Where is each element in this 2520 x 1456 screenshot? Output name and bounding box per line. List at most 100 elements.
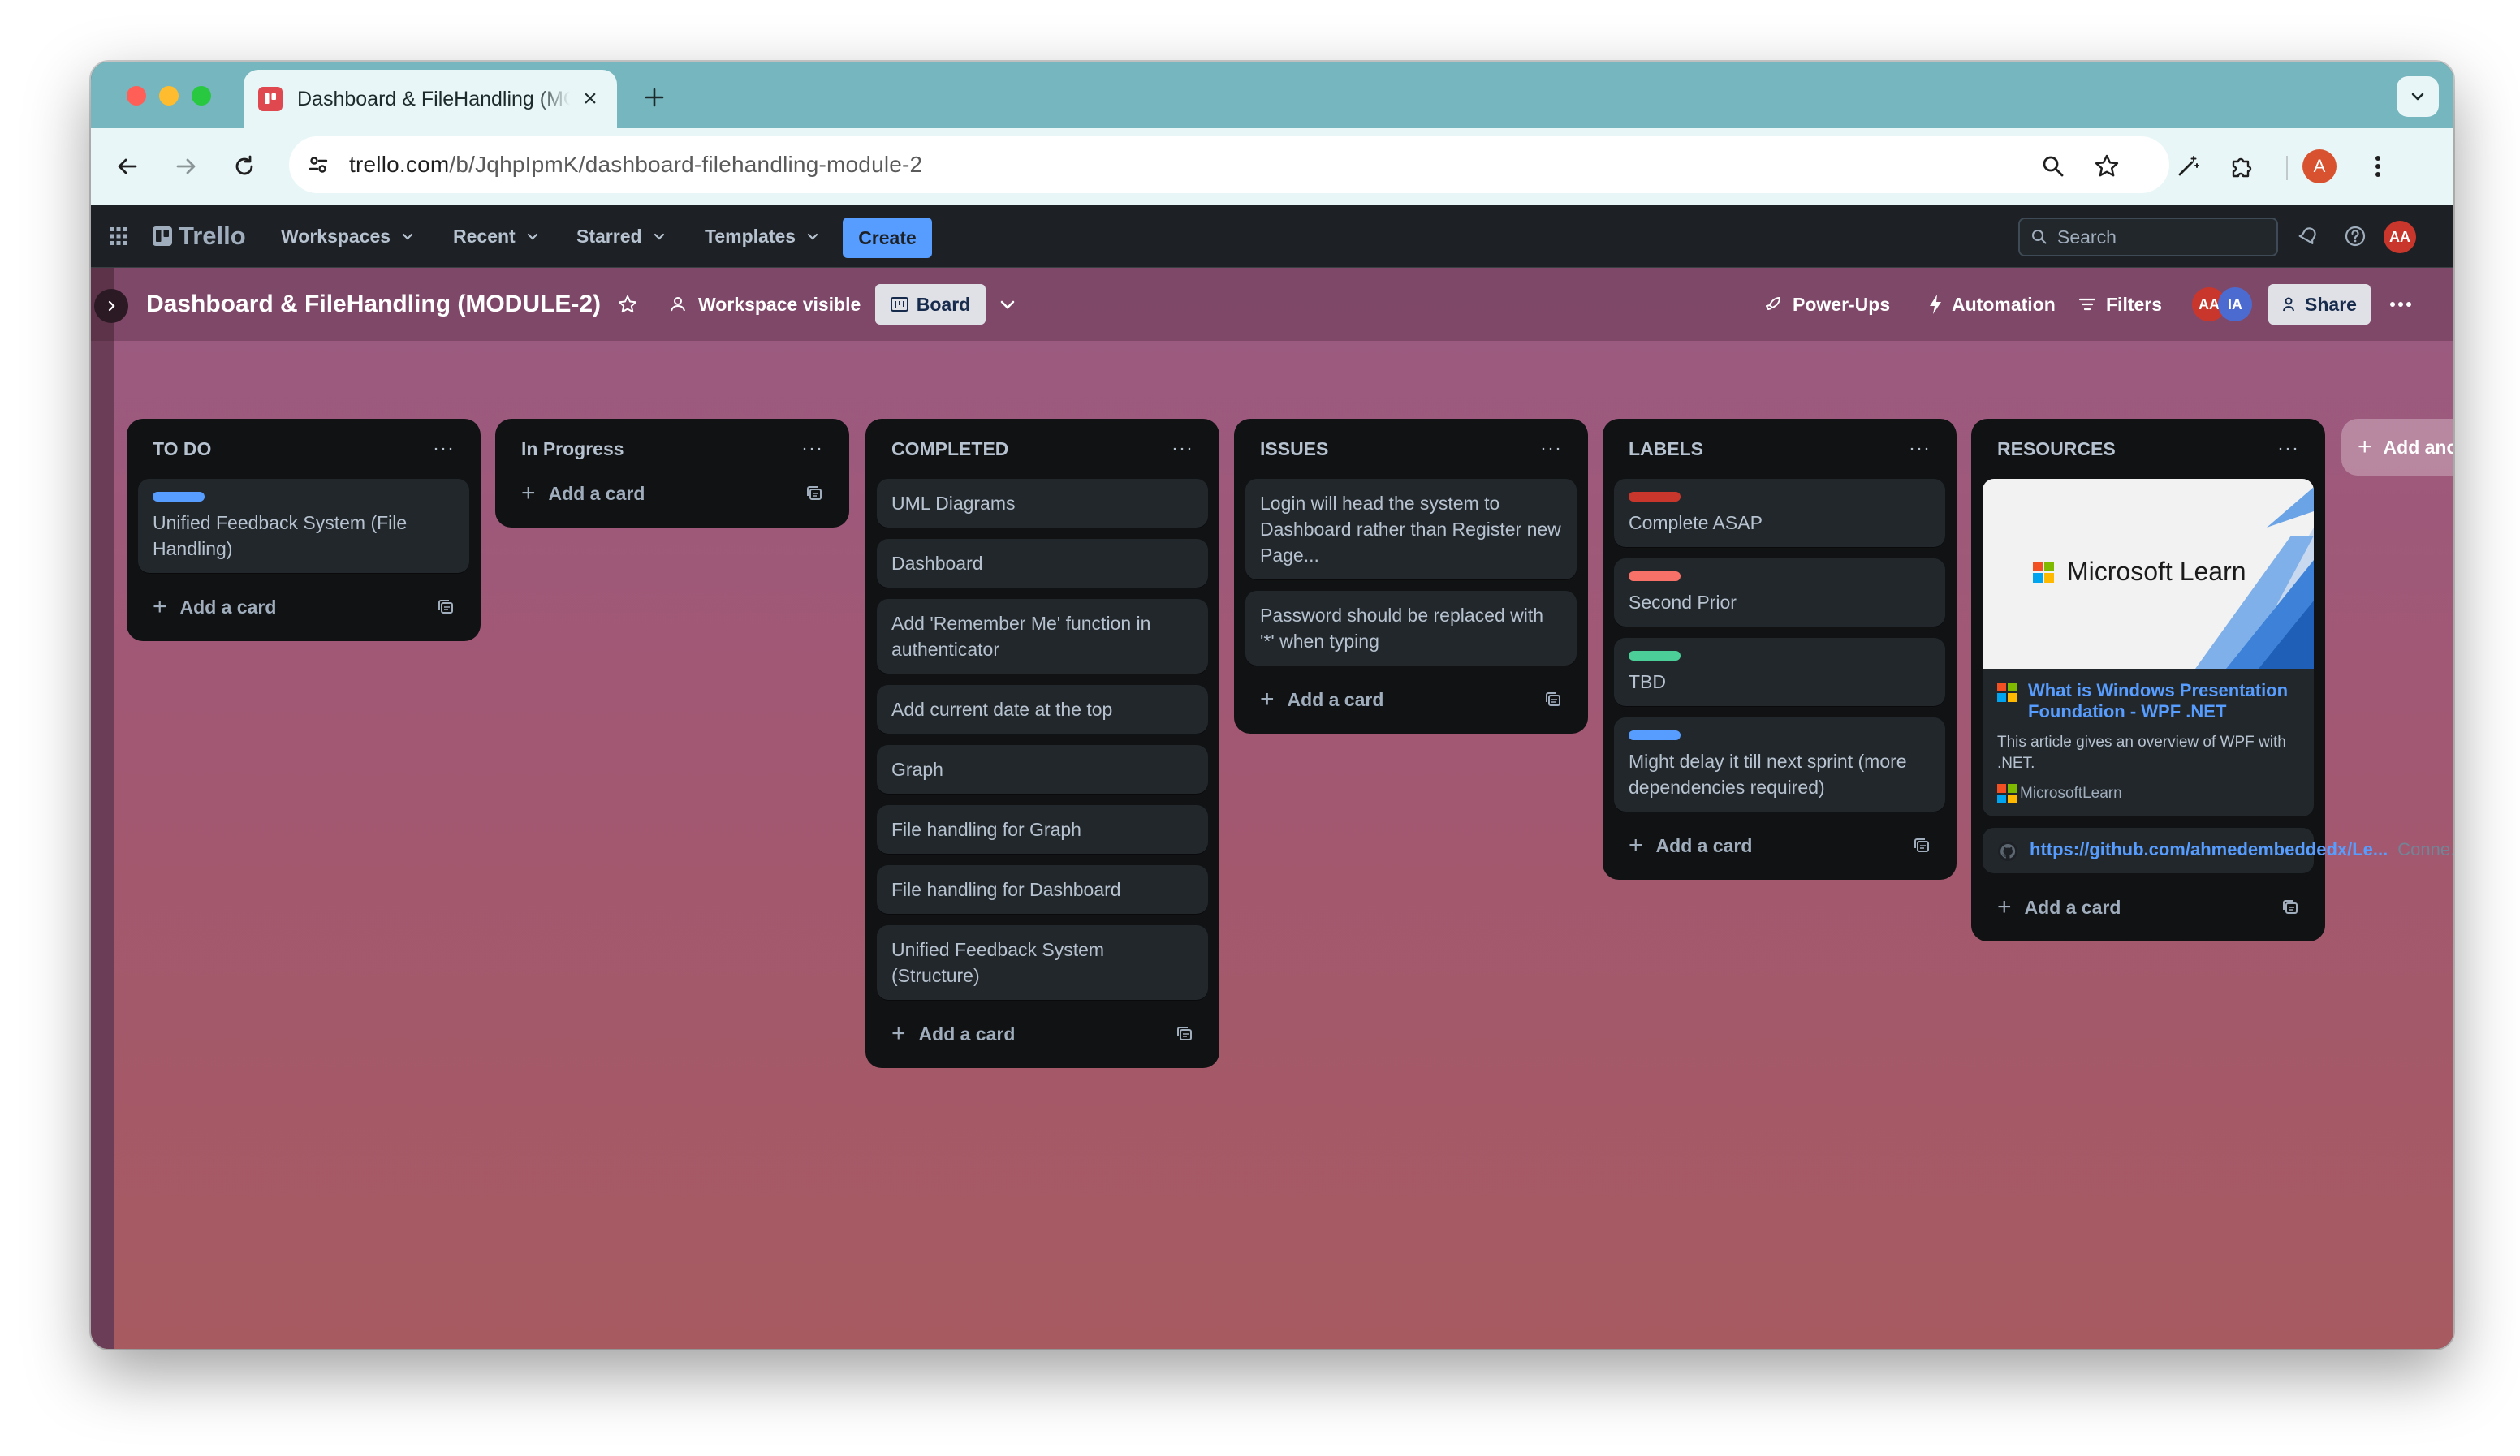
close-tab-icon[interactable]: × (578, 85, 602, 112)
add-card-row: + Add a card (1614, 823, 1945, 868)
board-view-button[interactable]: Board (875, 284, 986, 325)
create-from-template-icon[interactable] (1544, 691, 1562, 709)
create-button[interactable]: Create (843, 218, 932, 258)
app-switcher-icon[interactable] (109, 205, 128, 268)
forward-button[interactable] (167, 148, 205, 185)
add-list-button[interactable]: + Add another list (2341, 419, 2453, 476)
views-dropdown-icon[interactable] (997, 268, 1018, 341)
address-bar[interactable]: trello.com/b/JqhpIpmK/dashboard-filehand… (289, 136, 2169, 193)
create-from-template-icon[interactable] (2281, 898, 2299, 916)
back-button[interactable] (109, 148, 146, 185)
create-from-template-icon[interactable] (1176, 1025, 1193, 1043)
card[interactable]: Unified Feedback System (Structure) (877, 925, 1208, 1000)
list-resources[interactable]: RESOURCES ··· Microsoft Learn What is Wi… (1971, 419, 2453, 941)
bookmark-star-icon[interactable] (2088, 148, 2125, 185)
magic-wand-icon[interactable] (2169, 148, 2207, 185)
card[interactable]: Login will head the system to Dashboard … (1245, 479, 1577, 579)
github-link-card[interactable]: https://github.com/ahmedembeddedx/Le... … (1983, 828, 2453, 873)
starred-menu[interactable]: Starred (576, 205, 667, 268)
board-menu-icon[interactable] (2390, 268, 2411, 341)
browser-tab-bar: Dashboard & FileHandling (MODULE-2) × (91, 62, 2453, 128)
notifications-bell-icon[interactable] (2289, 218, 2327, 255)
list-menu-icon[interactable]: ··· (1540, 437, 1562, 460)
list-labels[interactable]: LABELS ··· Complete ASAP Second Prior TB… (1603, 419, 1957, 880)
add-card-button[interactable]: + Add a card (521, 480, 645, 507)
card[interactable]: Add current date at the top (877, 685, 1208, 734)
link-preview-image: Microsoft Learn (1983, 479, 2314, 669)
list-header: TO DO ··· (138, 419, 469, 479)
card[interactable]: TBD (1614, 638, 1945, 706)
zoom-icon[interactable] (2035, 148, 2072, 185)
member-avatar-ia[interactable]: IA (2218, 287, 2252, 321)
list-menu-icon[interactable]: ··· (801, 437, 823, 460)
powerups-button[interactable]: Power-Ups (1763, 268, 1890, 341)
card[interactable]: File handling for Dashboard (877, 865, 1208, 914)
card[interactable]: Password should be replaced with '*' whe… (1245, 591, 1577, 666)
filters-button[interactable]: Filters (2078, 268, 2162, 341)
add-card-button[interactable]: + Add a card (1629, 832, 1752, 859)
card[interactable]: Complete ASAP (1614, 479, 1945, 547)
list-completed[interactable]: COMPLETED ··· UML Diagrams Dashboard Add… (865, 419, 1219, 1068)
tab-search-button[interactable] (2397, 76, 2439, 117)
create-from-template-icon[interactable] (437, 598, 455, 616)
extensions-puzzle-icon[interactable] (2223, 148, 2260, 185)
add-card-button[interactable]: + Add a card (153, 593, 276, 621)
list-title[interactable]: LABELS (1629, 438, 1703, 460)
card[interactable]: File handling for Graph (877, 805, 1208, 854)
trello-logo[interactable]: Trello (153, 205, 246, 268)
add-card-button[interactable]: + Add a card (891, 1020, 1015, 1048)
list-issues[interactable]: ISSUES ··· Login will head the system to… (1234, 419, 1588, 734)
search-input[interactable]: Search (2018, 218, 2278, 256)
link-preview-title[interactable]: What is Windows Presentation Foundation … (1997, 680, 2299, 722)
list-menu-icon[interactable]: ··· (2277, 437, 2299, 460)
share-button[interactable]: Share (2268, 284, 2371, 325)
expand-sidebar-button[interactable] (94, 289, 128, 323)
list-header: In Progress ··· (507, 419, 838, 479)
github-link-text[interactable]: https://github.com/ahmedembeddedx/Le... (2030, 839, 2388, 860)
plus-icon: + (1260, 686, 1275, 713)
close-window-button[interactable] (127, 86, 146, 106)
add-card-button[interactable]: + Add a card (1997, 894, 2121, 921)
visibility-button[interactable]: Workspace visible (667, 268, 861, 341)
card[interactable]: Second Prior (1614, 558, 1945, 627)
list-title[interactable]: In Progress (521, 438, 624, 460)
card[interactable]: Unified Feedback System (File Handling) (138, 479, 469, 573)
github-connect-status[interactable]: Conne... (2397, 839, 2453, 860)
create-from-template-icon[interactable] (1913, 837, 1931, 855)
list-title[interactable]: ISSUES (1260, 438, 1328, 460)
user-avatar[interactable]: AA (2384, 221, 2416, 253)
new-tab-button[interactable] (636, 80, 672, 115)
workspaces-menu[interactable]: Workspaces (281, 205, 415, 268)
create-from-template-icon[interactable] (805, 485, 823, 502)
card[interactable]: Graph (877, 745, 1208, 794)
star-board-icon[interactable] (617, 268, 638, 341)
templates-menu[interactable]: Templates (705, 205, 820, 268)
browser-tab[interactable]: Dashboard & FileHandling (MODULE-2) × (244, 70, 617, 128)
reload-button[interactable] (226, 148, 263, 185)
site-settings-icon[interactable] (296, 142, 341, 187)
list-title[interactable]: TO DO (153, 438, 211, 460)
minimize-window-button[interactable] (159, 86, 179, 106)
card[interactable]: Dashboard (877, 539, 1208, 588)
list-title[interactable]: RESOURCES (1997, 438, 2116, 460)
card[interactable]: UML Diagrams (877, 479, 1208, 528)
card[interactable]: Add 'Remember Me' function in authentica… (877, 599, 1208, 674)
list-menu-icon[interactable]: ··· (433, 437, 455, 460)
browser-toolbar: trello.com/b/JqhpIpmK/dashboard-filehand… (91, 128, 2453, 205)
list-in-progress[interactable]: In Progress ··· + Add a card (495, 419, 849, 528)
add-card-row: + Add a card (877, 1011, 1208, 1057)
list-menu-icon[interactable]: ··· (1172, 437, 1193, 460)
maximize-window-button[interactable] (192, 86, 211, 106)
help-icon[interactable] (2337, 218, 2374, 255)
list-menu-icon[interactable]: ··· (1909, 437, 1931, 460)
browser-profile-avatar[interactable]: A (2302, 149, 2337, 183)
recent-menu[interactable]: Recent (453, 205, 540, 268)
list-title[interactable]: COMPLETED (891, 438, 1008, 460)
board-title[interactable]: Dashboard & FileHandling (MODULE-2) (146, 268, 601, 341)
automation-button[interactable]: Automation (1927, 268, 2056, 341)
add-card-button[interactable]: + Add a card (1260, 686, 1383, 713)
browser-menu-icon[interactable] (2359, 148, 2397, 185)
link-preview-card[interactable]: Microsoft Learn What is Windows Presenta… (1983, 479, 2314, 816)
list-todo[interactable]: TO DO ··· Unified Feedback System (File … (127, 419, 481, 641)
card[interactable]: Might delay it till next sprint (more de… (1614, 717, 1945, 812)
